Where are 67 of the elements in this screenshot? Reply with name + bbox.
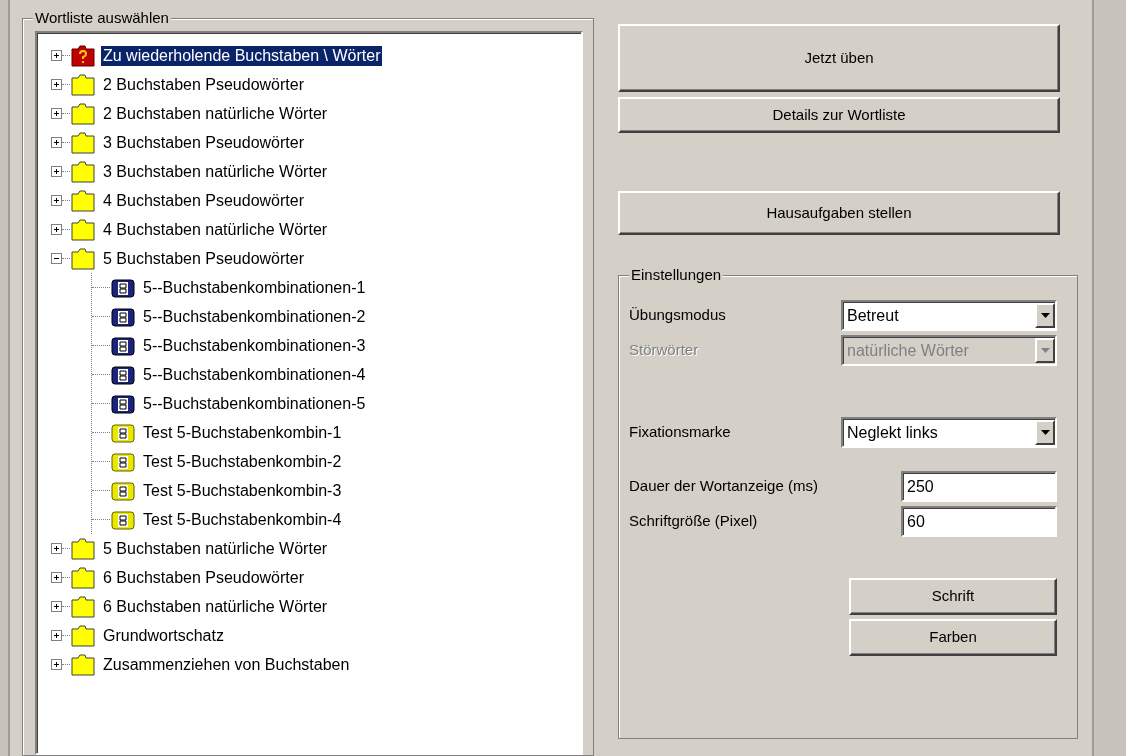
folder-icon <box>70 594 96 619</box>
field-label: Schriftgröße (Pixel) <box>629 511 758 532</box>
expand-icon[interactable] <box>51 659 62 670</box>
action-button[interactable]: Hausaufgaben stellen <box>618 191 1060 235</box>
action-button[interactable]: Farben <box>849 619 1057 656</box>
expand-icon[interactable] <box>51 601 62 612</box>
group-title: Einstellungen <box>629 266 724 284</box>
tree-item[interactable]: 5--Buchstabenkombinationen-1 <box>141 277 368 298</box>
tree-item[interactable]: 2 Buchstaben Pseudowörter <box>101 74 306 95</box>
folder-icon <box>70 72 96 97</box>
expand-icon[interactable] <box>51 166 62 177</box>
tree-item[interactable]: 6 Buchstaben natürliche Wörter <box>101 596 330 617</box>
folder-icon <box>70 101 96 126</box>
collapse-icon[interactable] <box>51 253 62 264</box>
field-label: Übungsmodus <box>629 305 726 326</box>
tree-item[interactable]: 5--Buchstabenkombinationen-2 <box>141 306 368 327</box>
expand-icon[interactable] <box>51 543 62 554</box>
expand-icon[interactable] <box>51 50 62 61</box>
dropdown: natürliche Wörter <box>841 335 1057 366</box>
tree-item[interactable]: 3 Buchstaben Pseudowörter <box>101 132 306 153</box>
dropdown-arrow-icon[interactable] <box>1040 313 1050 318</box>
tree-item[interactable]: 5--Buchstabenkombinationen-3 <box>141 335 368 356</box>
tree-item[interactable]: Test 5-Buchstabenkombin-2 <box>141 451 344 472</box>
folder-icon <box>70 565 96 590</box>
expand-icon[interactable] <box>51 137 62 148</box>
tree-item[interactable]: 5 Buchstaben natürliche Wörter <box>101 538 330 559</box>
folder-icon <box>70 536 96 561</box>
expand-icon[interactable] <box>51 572 62 583</box>
folder-icon <box>70 652 96 677</box>
folder-icon <box>70 217 96 242</box>
folder-icon <box>70 246 96 271</box>
tree-item[interactable]: Test 5-Buchstabenkombin-1 <box>141 422 344 443</box>
expand-icon[interactable] <box>51 630 62 641</box>
action-button[interactable]: Details zur Wortliste <box>618 97 1060 133</box>
action-button[interactable]: Schrift <box>849 578 1057 615</box>
action-button[interactable]: Jetzt üben <box>618 24 1060 92</box>
tree-item[interactable]: Zusammenziehen von Buchstaben <box>101 654 352 675</box>
expand-icon[interactable] <box>51 195 62 206</box>
field-label: Dauer der Wortanzeige (ms) <box>629 476 818 497</box>
expand-icon[interactable] <box>51 79 62 90</box>
dropdown[interactable]: Betreut <box>841 300 1057 331</box>
tree-item[interactable]: Grundwortschatz <box>101 625 226 646</box>
expand-icon[interactable] <box>51 108 62 119</box>
tree-item[interactable]: 4 Buchstaben Pseudowörter <box>101 190 306 211</box>
tree-view[interactable] <box>35 31 583 755</box>
tree-item[interactable]: Test 5-Buchstabenkombin-4 <box>141 509 344 530</box>
dropdown[interactable]: Neglekt links <box>841 417 1057 448</box>
folder-icon <box>70 130 96 155</box>
tree-item[interactable]: 3 Buchstaben natürliche Wörter <box>101 161 330 182</box>
field-label: Störwörter <box>629 340 699 361</box>
folder-icon <box>70 159 96 184</box>
tree-item[interactable]: 2 Buchstaben natürliche Wörter <box>101 103 330 124</box>
tree-item[interactable]: Test 5-Buchstabenkombin-3 <box>141 480 344 501</box>
dropdown-arrow-icon[interactable] <box>1040 430 1050 435</box>
tree-item[interactable]: 4 Buchstaben natürliche Wörter <box>101 219 330 240</box>
tree-item[interactable]: 5--Buchstabenkombinationen-4 <box>141 364 368 385</box>
folder-icon <box>70 188 96 213</box>
folder-icon <box>70 623 96 648</box>
input-field[interactable]: 60 <box>901 506 1057 537</box>
tree-item[interactable]: 5--Buchstabenkombinationen-5 <box>141 393 368 414</box>
tree-item[interactable]: Zu wiederholende Buchstaben \ Wörter <box>101 45 383 66</box>
expand-icon[interactable] <box>51 224 62 235</box>
input-field[interactable]: 250 <box>901 471 1057 502</box>
field-label: Fixationsmarke <box>629 422 731 443</box>
tree-item[interactable]: 5 Buchstaben Pseudowörter <box>101 248 306 269</box>
tree-item[interactable]: 6 Buchstaben Pseudowörter <box>101 567 306 588</box>
question-folder-icon <box>70 43 96 68</box>
